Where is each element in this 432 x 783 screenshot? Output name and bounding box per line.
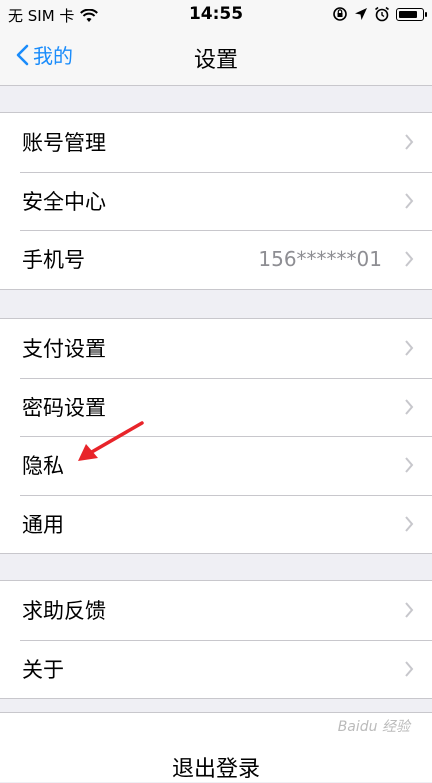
row-label: 求助反馈: [22, 599, 106, 624]
settings-row-phone-number[interactable]: 手机号 156******01: [0, 230, 432, 289]
row-label: 支付设置: [22, 337, 106, 362]
row-label: 密码设置: [22, 395, 106, 420]
settings-row-payment[interactable]: 支付设置: [0, 319, 432, 378]
settings-row-account-management[interactable]: 账号管理: [0, 113, 432, 172]
settings-row-password[interactable]: 密码设置: [0, 377, 432, 437]
row-label: 账号管理: [22, 131, 106, 156]
chevron-right-icon: [405, 516, 414, 532]
chevron-right-icon: [405, 134, 414, 150]
battery-icon: [396, 7, 427, 21]
settings-row-feedback[interactable]: 求助反馈: [0, 581, 432, 640]
row-label: 隐私: [22, 454, 64, 479]
settings-section-help: 求助反馈 关于: [0, 580, 432, 699]
status-bar: 无 SIM 卡 14:55: [0, 0, 432, 30]
chevron-right-icon: [405, 661, 414, 677]
nav-bar: 我的 设置: [0, 30, 432, 86]
settings-section-general: 支付设置 密码设置 隐私 通用: [0, 318, 432, 554]
settings-row-general[interactable]: 通用: [0, 494, 432, 554]
location-icon: [354, 7, 368, 21]
phone-number-value: 156******01: [258, 247, 382, 272]
watermark-text: Baidu 经验: [337, 719, 410, 735]
rotation-lock-icon: [332, 6, 348, 22]
row-label: 通用: [22, 512, 64, 537]
row-label: 关于: [22, 657, 64, 682]
chevron-right-icon: [405, 193, 414, 209]
logout-label: 退出登录: [171, 757, 260, 782]
settings-row-privacy[interactable]: 隐私: [0, 436, 432, 495]
row-label: 手机号: [22, 248, 85, 273]
row-label: 安全中心: [22, 189, 106, 214]
settings-row-about[interactable]: 关于: [0, 639, 432, 699]
chevron-right-icon: [405, 602, 414, 618]
settings-section-account: 账号管理 安全中心 手机号 156******01: [0, 112, 432, 290]
annotation-arrow-icon: [78, 421, 144, 461]
page-title: 设置: [193, 48, 238, 73]
chevron-right-icon: [405, 340, 414, 356]
chevron-right-icon: [405, 399, 414, 415]
alarm-icon: [374, 6, 390, 22]
settings-row-security-center[interactable]: 安全中心: [0, 171, 432, 231]
chevron-right-icon: [405, 457, 414, 473]
status-right: [332, 6, 427, 22]
chevron-right-icon: [405, 251, 414, 267]
